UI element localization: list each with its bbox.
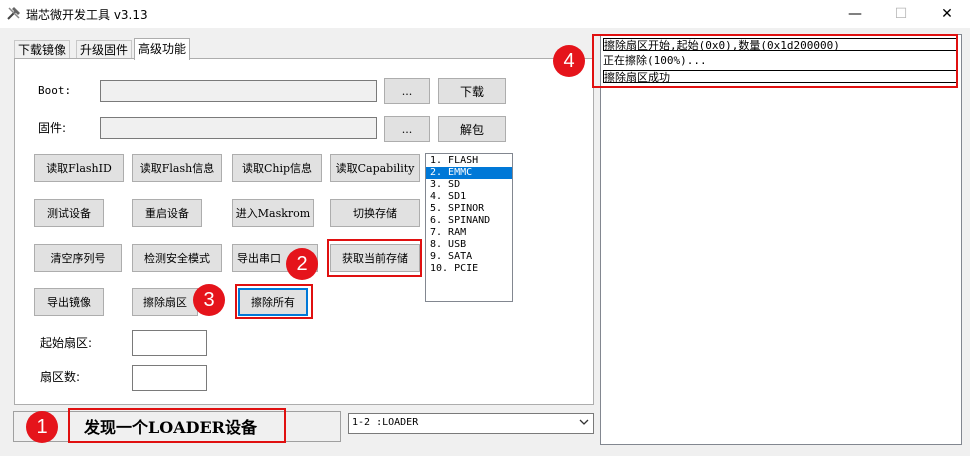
annotation-marker-1: 1 <box>26 411 58 443</box>
minimize-button[interactable]: — <box>832 0 878 28</box>
storage-listbox[interactable]: 1. FLASH 2. EMMC 3. SD 4. SD1 5. SPINOR … <box>425 153 513 302</box>
chevron-down-icon <box>579 419 589 425</box>
maximize-button[interactable]: ☐ <box>878 0 924 28</box>
tab-download-image[interactable]: 下载镜像 <box>14 40 71 59</box>
storage-item-emmc[interactable]: 2. EMMC <box>426 167 512 179</box>
maximize-icon: ☐ <box>894 6 908 22</box>
storage-item-sata[interactable]: 9. SATA <box>426 251 512 263</box>
highlight-log <box>592 34 958 88</box>
switch-storage-button[interactable]: 切换存储 <box>330 199 420 227</box>
tab-upgrade-firmware[interactable]: 升级固件 <box>76 40 133 59</box>
erase-sector-button[interactable]: 擦除扇区 <box>132 288 198 316</box>
window-title: 瑞芯微开发工具 v3.13 <box>26 8 148 22</box>
read-flash-info-button[interactable]: 读取Flash信息 <box>132 154 222 182</box>
tab-advanced[interactable]: 高级功能 <box>134 38 191 60</box>
annotation-marker-2: 2 <box>286 248 318 280</box>
boot-path-input[interactable] <box>100 80 377 102</box>
test-device-button[interactable]: 测试设备 <box>34 199 104 227</box>
device-select[interactable]: 1-2 :LOADER <box>348 413 594 434</box>
storage-item-spinor[interactable]: 5. SPINOR <box>426 203 512 215</box>
storage-item-ram[interactable]: 7. RAM <box>426 227 512 239</box>
read-chip-info-button[interactable]: 读取Chip信息 <box>232 154 322 182</box>
firmware-browse-button[interactable]: ... <box>384 116 430 142</box>
sector-count-input[interactable] <box>132 365 207 391</box>
storage-item-flash[interactable]: 1. FLASH <box>426 155 512 167</box>
storage-item-usb[interactable]: 8. USB <box>426 239 512 251</box>
minimize-icon: — <box>848 6 862 22</box>
enter-maskrom-button[interactable]: 进入Maskrom <box>232 199 314 227</box>
read-flash-id-button[interactable]: 读取FlashID <box>34 154 124 182</box>
storage-item-sd[interactable]: 3. SD <box>426 179 512 191</box>
storage-item-spinand[interactable]: 6. SPINAND <box>426 215 512 227</box>
boot-browse-button[interactable]: ... <box>384 78 430 104</box>
boot-download-button[interactable]: 下载 <box>438 78 506 104</box>
clear-serial-button[interactable]: 清空序列号 <box>34 244 122 272</box>
app-icon <box>7 7 20 20</box>
annotation-marker-4: 4 <box>553 45 585 77</box>
highlight-erase-all <box>235 284 313 319</box>
export-image-button[interactable]: 导出镜像 <box>34 288 104 316</box>
start-sector-label: 起始扇区: <box>40 336 93 350</box>
highlight-get-storage <box>327 239 422 277</box>
storage-item-pcie[interactable]: 10. PCIE <box>426 263 512 275</box>
annotation-marker-3: 3 <box>193 284 225 316</box>
close-icon: ✕ <box>941 6 953 22</box>
firmware-unpack-button[interactable]: 解包 <box>438 116 506 142</box>
device-select-value: 1-2 :LOADER <box>352 417 419 428</box>
highlight-status <box>68 408 286 443</box>
boot-label: Boot: <box>38 84 72 97</box>
detect-secure-mode-button[interactable]: 检测安全模式 <box>132 244 222 272</box>
log-output[interactable]: 擦除扇区开始,起始(0x0),数量(0x1d200000) 正在擦除(100%)… <box>600 34 962 445</box>
title-bar: 瑞芯微开发工具 v3.13 — ☐ ✕ <box>0 0 970 28</box>
sector-count-label: 扇区数: <box>40 370 81 384</box>
reboot-device-button[interactable]: 重启设备 <box>132 199 202 227</box>
storage-item-sd1[interactable]: 4. SD1 <box>426 191 512 203</box>
start-sector-input[interactable] <box>132 330 207 356</box>
close-button[interactable]: ✕ <box>924 0 970 28</box>
read-capability-button[interactable]: 读取Capability <box>330 154 420 182</box>
firmware-path-input[interactable] <box>100 117 377 139</box>
firmware-label: 固件: <box>38 121 67 135</box>
